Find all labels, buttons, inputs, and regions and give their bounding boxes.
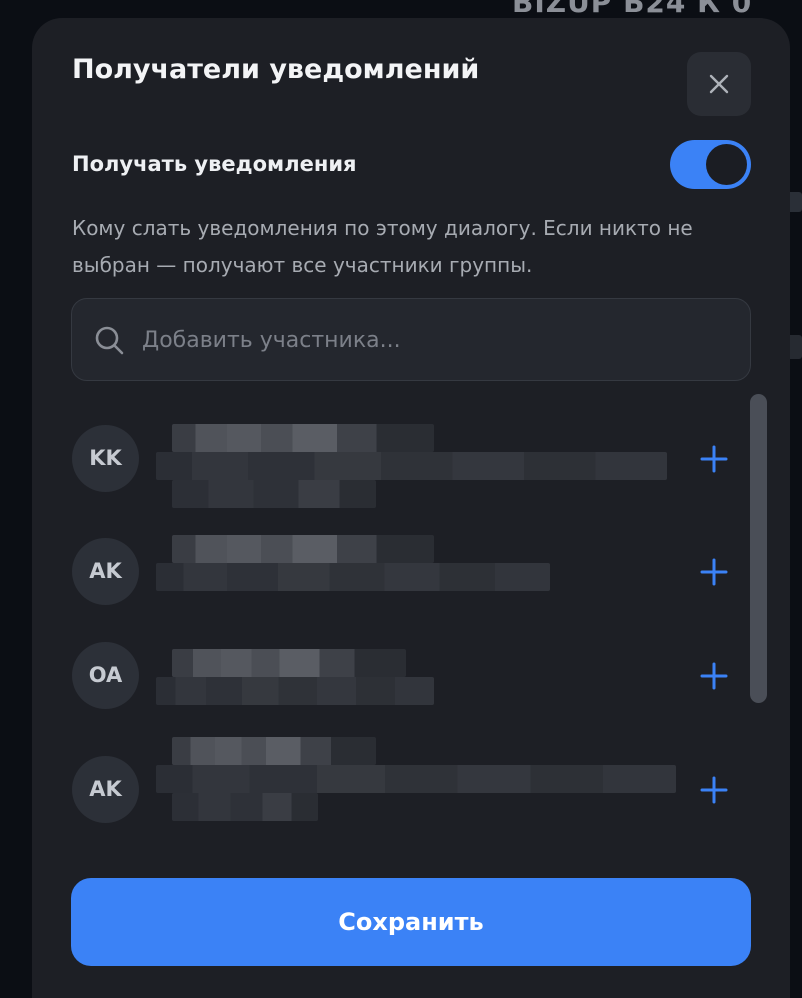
participant-details-redacted [156,563,550,591]
background-header-text: BIZUP Б24 К 0 [512,0,753,19]
participant-name-redacted [172,535,434,563]
plus-icon [700,662,728,690]
participant-name-redacted [172,424,434,452]
save-button[interactable]: Сохранить [71,878,751,966]
add-participant-button[interactable] [694,439,734,479]
plus-icon [700,445,728,473]
avatar: OA [72,642,139,709]
add-participant-button[interactable] [694,770,734,810]
description-text: Кому слать уведомления по этому диалогу.… [72,216,693,277]
list-item: KK [32,398,790,508]
participant-name-redacted [172,737,376,765]
participant-list: KK AK OA AK [32,398,790,848]
participant-details-redacted [172,793,318,821]
add-participant-button[interactable] [694,656,734,696]
toggle-knob [706,144,747,185]
plus-icon [700,558,728,586]
notifications-toggle-label: Получать уведомления [72,152,357,176]
close-button[interactable] [687,52,751,116]
participant-details-redacted [172,480,376,508]
list-item: OA [32,615,790,719]
notification-recipients-modal: Получатели уведомлений Получать уведомле… [32,18,790,998]
participant-details-redacted [156,765,676,793]
list-item: AK [32,729,790,833]
avatar: AK [72,756,139,823]
add-participant-button[interactable] [694,552,734,592]
close-icon [709,74,729,94]
participant-name-redacted [172,649,406,677]
avatar: AK [72,538,139,605]
participant-details-redacted [156,452,667,480]
modal-title: Получатели уведомлений [72,54,480,85]
list-item: AK [32,511,790,615]
notifications-toggle[interactable] [670,140,751,189]
search-icon [95,326,124,355]
participant-details-redacted [156,677,434,705]
search-input[interactable] [140,299,734,382]
plus-icon [700,776,728,804]
avatar: KK [72,425,139,492]
search-field[interactable] [71,298,751,382]
